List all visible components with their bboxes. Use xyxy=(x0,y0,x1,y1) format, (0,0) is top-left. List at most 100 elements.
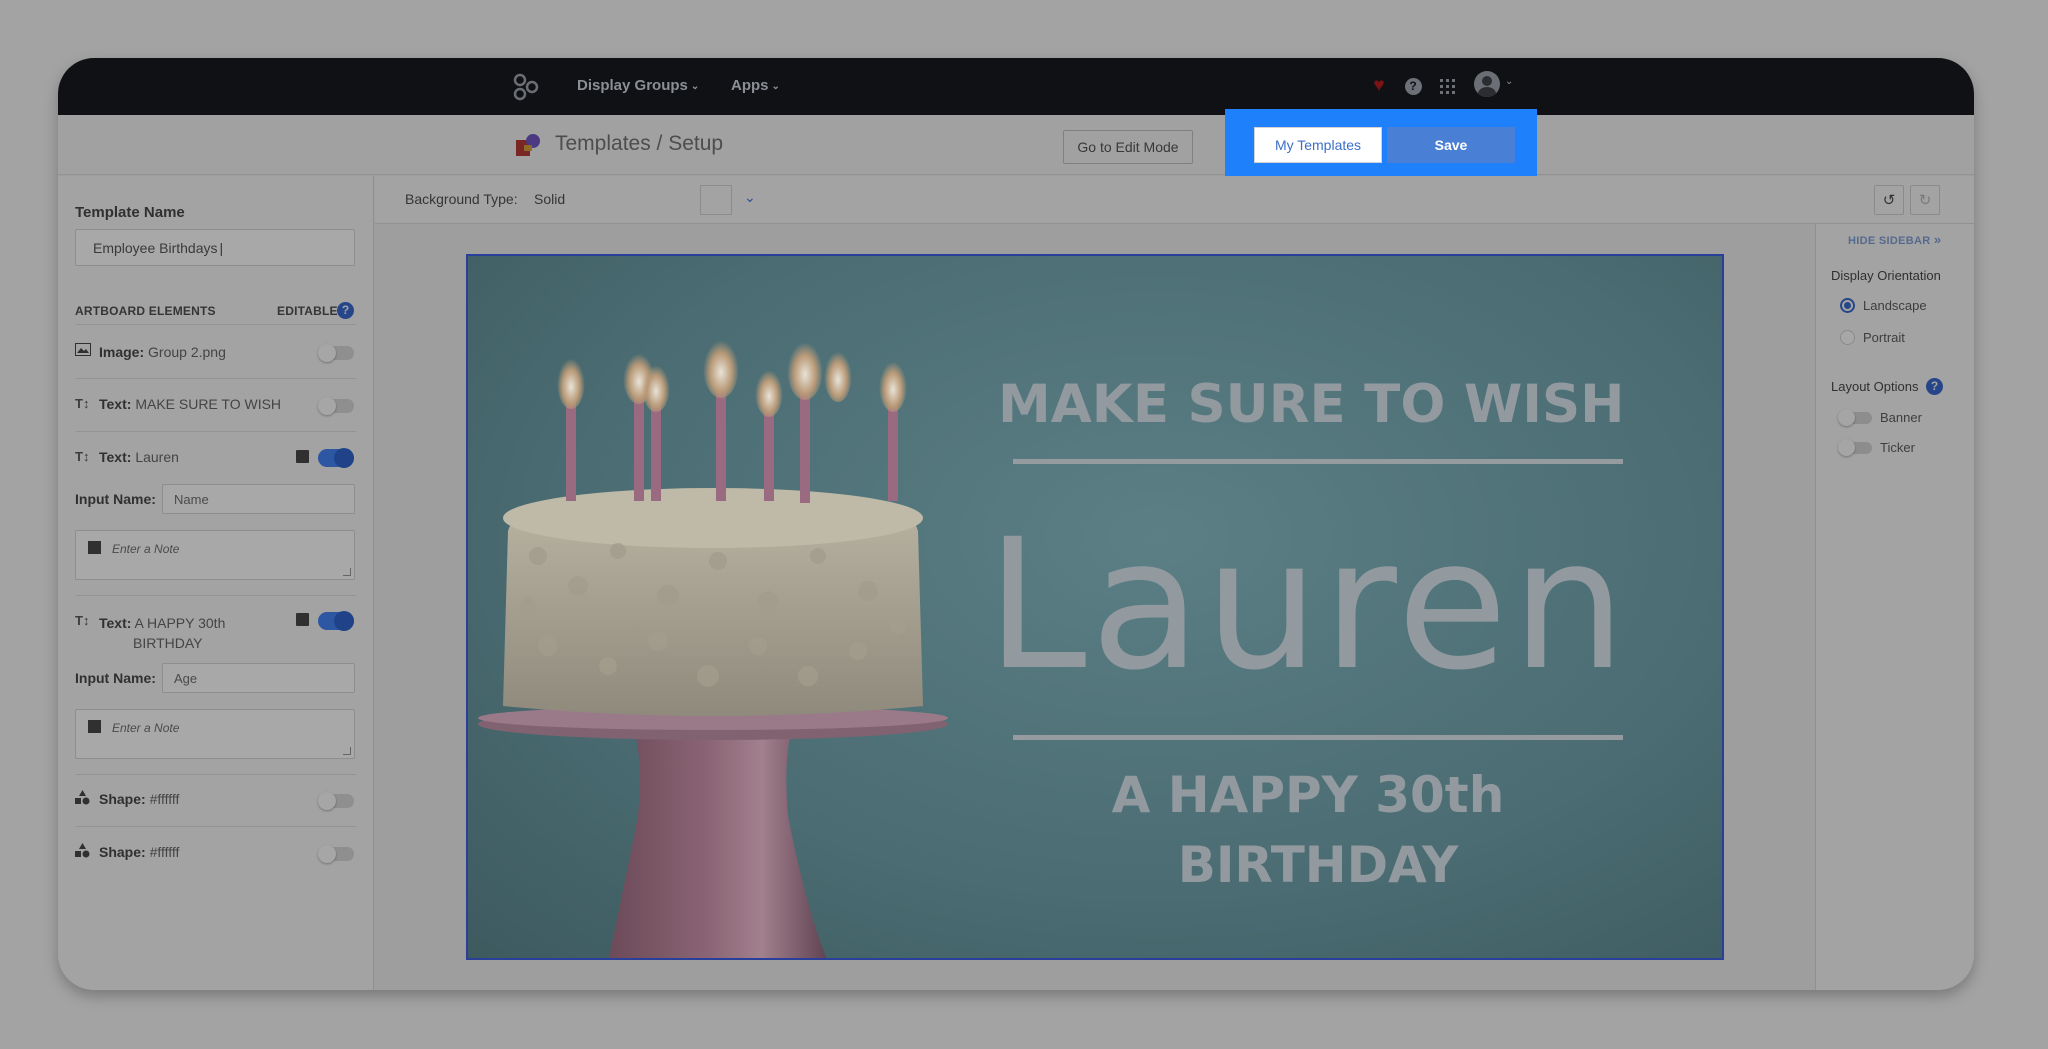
text-editable-toggle[interactable] xyxy=(318,448,354,468)
note-textarea[interactable]: Enter a Note xyxy=(75,530,355,580)
element-value: #ffffff xyxy=(149,844,180,860)
user-avatar[interactable] xyxy=(1474,71,1500,97)
element-type: Image: xyxy=(99,344,145,360)
chevron-down-icon: ⌄ xyxy=(690,81,700,92)
artboard-divider-top[interactable] xyxy=(1013,459,1623,464)
note-placeholder: Enter a Note xyxy=(112,721,180,735)
shapes-icon xyxy=(75,790,92,808)
text-editable-toggle[interactable] xyxy=(318,397,354,415)
background-type-label: Background Type: xyxy=(405,191,518,207)
chevron-down-icon: ⌄ xyxy=(744,189,756,205)
input-name-field[interactable]: Name xyxy=(162,484,355,514)
redo-icon[interactable]: ↻ xyxy=(1910,185,1940,215)
portrait-label[interactable]: Portrait xyxy=(1863,330,1905,345)
nav-display-groups-label: Display Groups xyxy=(577,77,688,94)
element-text-row: Text: A HAPPY 30th BIRTHDAY xyxy=(99,613,225,653)
layout-options-help-icon[interactable]: ? xyxy=(1926,378,1943,395)
artboard-name[interactable]: Lauren xyxy=(978,501,1638,710)
element-type: Shape: xyxy=(99,844,146,860)
divider xyxy=(76,324,356,325)
save-button[interactable]: Save xyxy=(1387,127,1515,163)
element-shape-row: Shape: #ffffff xyxy=(99,844,179,860)
note-placeholder: Enter a Note xyxy=(112,542,180,556)
editable-label: EDITABLE xyxy=(277,304,338,318)
artboard-headline[interactable]: MAKE SURE TO WISH xyxy=(998,374,1625,435)
element-value: #ffffff xyxy=(149,791,180,807)
ticker-label: Ticker xyxy=(1880,440,1915,455)
element-value: A HAPPY 30th xyxy=(134,615,226,631)
element-text-row: Text: MAKE SURE TO WISH xyxy=(99,396,281,412)
resize-handle-icon[interactable] xyxy=(343,747,351,755)
apps-grid-icon[interactable] xyxy=(1436,75,1458,97)
chevron-down-icon: ⌄ xyxy=(771,81,780,92)
text-type-icon: T↕ xyxy=(75,613,90,628)
divider xyxy=(76,378,356,379)
divider xyxy=(76,826,356,827)
note-icon xyxy=(88,720,101,733)
note-icon[interactable] xyxy=(296,450,309,463)
template-name-input[interactable]: Employee Birthdays | xyxy=(75,229,355,266)
nav-apps[interactable]: Apps ⌄ xyxy=(731,77,780,94)
nav-display-groups[interactable]: Display Groups ⌄ xyxy=(577,77,699,94)
note-icon[interactable] xyxy=(296,613,309,626)
artboard-divider-bottom[interactable] xyxy=(1013,735,1623,740)
note-textarea[interactable]: Enter a Note xyxy=(75,709,355,759)
template-name-value: Employee Birthdays xyxy=(93,239,218,256)
note-icon xyxy=(88,541,101,554)
app-logo-icon[interactable] xyxy=(513,73,539,101)
left-sidebar xyxy=(58,176,374,990)
heart-icon[interactable]: ♥ xyxy=(1368,75,1390,97)
display-orientation-label: Display Orientation xyxy=(1831,268,1941,283)
sub-header xyxy=(58,115,1974,175)
resize-handle-icon[interactable] xyxy=(343,568,351,576)
help-icon[interactable]: ? xyxy=(1402,75,1424,97)
editable-help-icon[interactable]: ? xyxy=(337,302,354,319)
portrait-radio[interactable] xyxy=(1840,330,1855,345)
app-window: Display Groups ⌄ Apps ⌄ ♥ ? ⌄ Templates / … xyxy=(58,58,1974,990)
my-templates-button[interactable]: My Templates xyxy=(1254,127,1382,163)
input-name-label: Input Name: xyxy=(75,670,156,686)
background-color-swatch[interactable] xyxy=(700,185,732,215)
divider xyxy=(76,595,356,596)
banner-toggle[interactable] xyxy=(1838,409,1872,426)
element-shape-row: Shape: #ffffff xyxy=(99,791,179,807)
element-image-row: Image: Group 2.png xyxy=(99,344,226,360)
text-editable-toggle[interactable] xyxy=(318,611,354,631)
image-editable-toggle[interactable] xyxy=(318,344,354,362)
banner-label: Banner xyxy=(1880,410,1922,425)
text-type-icon: T↕ xyxy=(75,396,90,411)
shape-editable-toggle[interactable] xyxy=(318,792,354,810)
element-type: Text: xyxy=(99,615,132,631)
input-name-label: Input Name: xyxy=(75,491,156,507)
chevron-down-icon[interactable]: ⌄ xyxy=(1505,76,1513,87)
text-type-icon: T↕ xyxy=(75,449,90,464)
element-text-row: Text: Lauren xyxy=(99,449,179,465)
birthday-cake-image[interactable] xyxy=(468,256,968,960)
hide-sidebar-label: HIDE SIDEBAR xyxy=(1848,235,1931,247)
artboard[interactable]: MAKE SURE TO WISH Lauren A HAPPY 30th BI… xyxy=(466,254,1724,960)
hide-sidebar-button[interactable]: HIDE SIDEBAR » xyxy=(1848,232,1941,247)
image-icon xyxy=(75,343,92,359)
element-type: Text: xyxy=(99,449,132,465)
input-name-placeholder: Age xyxy=(174,670,198,686)
divider xyxy=(76,774,356,775)
ticker-toggle[interactable] xyxy=(1838,439,1872,456)
double-chevron-right-icon: » xyxy=(1933,232,1942,247)
input-name-field[interactable]: Age xyxy=(162,663,355,693)
element-type: Shape: xyxy=(99,791,146,807)
landscape-label[interactable]: Landscape xyxy=(1863,298,1927,313)
go-to-edit-mode-button[interactable]: Go to Edit Mode xyxy=(1063,130,1193,164)
divider xyxy=(76,431,356,432)
page-title: Templates / Setup xyxy=(555,132,724,155)
artboard-subline-2[interactable]: BIRTHDAY xyxy=(998,836,1638,894)
background-type-value: Solid xyxy=(534,191,566,207)
top-nav: Display Groups ⌄ Apps ⌄ ♥ ? ⌄ xyxy=(58,58,1974,115)
element-value-line2: BIRTHDAY xyxy=(133,635,203,651)
artboard-subline[interactable]: A HAPPY 30th xyxy=(998,766,1618,824)
undo-icon[interactable]: ↺ xyxy=(1874,185,1904,215)
shape-editable-toggle[interactable] xyxy=(318,845,354,863)
artboard-elements-label: ARTBOARD ELEMENTS xyxy=(75,304,216,318)
element-type: Text: xyxy=(99,396,132,412)
templates-icon xyxy=(516,134,540,156)
landscape-radio[interactable] xyxy=(1840,298,1855,313)
